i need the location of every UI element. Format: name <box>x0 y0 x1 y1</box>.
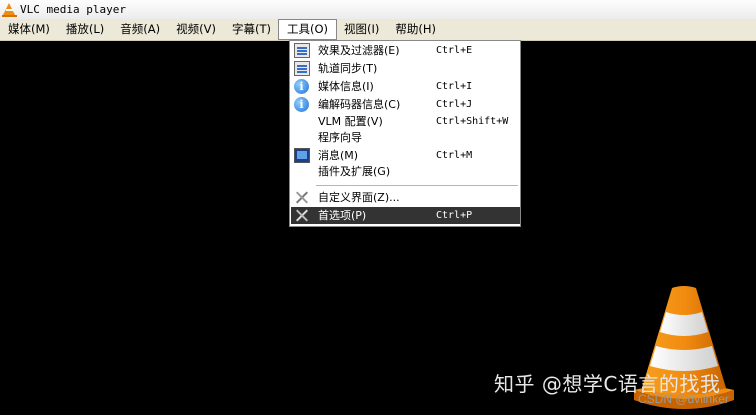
menu-item-label: 消息(M) <box>318 149 359 162</box>
menu-separator <box>316 185 518 186</box>
menu-item-shortcut: Ctrl+E <box>436 45 473 56</box>
menu-item-vlm-config[interactable]: VLM 配置(V) Ctrl+Shift+W <box>291 113 520 130</box>
menu-item-label: 媒体信息(I) <box>318 80 374 93</box>
menu-item-codec-info[interactable]: i 编解码器信息(C) Ctrl+J <box>291 96 520 113</box>
menu-playback[interactable]: 播放(L) <box>58 20 112 39</box>
menu-item-media-info[interactable]: i 媒体信息(I) Ctrl+I <box>291 78 520 95</box>
menu-view[interactable]: 视图(I) <box>336 20 387 39</box>
info-icon: i <box>294 97 309 112</box>
menu-video[interactable]: 视频(V) <box>168 20 224 39</box>
menu-item-label: 轨道同步(T) <box>318 62 378 75</box>
menu-item-shortcut: Ctrl+M <box>436 150 473 161</box>
equalizer-icon <box>294 43 310 58</box>
menu-item-wizard[interactable]: 程序向导 <box>291 129 520 146</box>
title-bar: VLC media player <box>0 0 756 19</box>
terminal-icon <box>294 148 310 163</box>
vlc-cone-icon <box>2 2 17 17</box>
tools-icon <box>294 190 310 205</box>
menu-bar: 媒体(M) 播放(L) 音频(A) 视频(V) 字幕(T) 工具(O) 视图(I… <box>0 19 756 41</box>
menu-item-messages[interactable]: 消息(M) Ctrl+M <box>291 147 520 164</box>
menu-item-shortcut: Ctrl+I <box>436 81 473 92</box>
menu-item-label: 插件及扩展(G) <box>318 165 391 178</box>
tools-dropdown-menu: 效果及过滤器(E) Ctrl+E 轨道同步(T) i 媒体信息(I) Ctrl+… <box>289 40 521 227</box>
menu-media[interactable]: 媒体(M) <box>0 20 58 39</box>
menu-item-customize-interface[interactable]: 自定义界面(Z)... <box>291 189 520 206</box>
window-title: VLC media player <box>20 3 126 16</box>
equalizer-icon <box>294 61 310 76</box>
menu-item-shortcut: Ctrl+Shift+W <box>436 116 509 127</box>
menu-item-plugins-extensions[interactable]: 插件及扩展(G) <box>291 163 520 180</box>
menu-item-label: 首选项(P) <box>318 209 367 222</box>
menu-audio[interactable]: 音频(A) <box>112 20 168 39</box>
menu-item-shortcut: Ctrl+P <box>436 210 473 221</box>
menu-help[interactable]: 帮助(H) <box>387 20 444 39</box>
menu-item-label: 效果及过滤器(E) <box>318 44 400 57</box>
menu-item-shortcut: Ctrl+J <box>436 99 473 110</box>
csdn-watermark: CSDN @dvlinker <box>638 392 729 406</box>
menu-item-label: 编解码器信息(C) <box>318 98 401 111</box>
menu-item-label: 程序向导 <box>318 131 362 144</box>
menu-item-effects-filters[interactable]: 效果及过滤器(E) Ctrl+E <box>291 42 520 59</box>
menu-item-preferences[interactable]: 首选项(P) Ctrl+P <box>291 207 520 224</box>
menu-tools[interactable]: 工具(O) <box>277 19 338 40</box>
menu-item-label: VLM 配置(V) <box>318 115 383 128</box>
menu-item-label: 自定义界面(Z)... <box>318 191 400 204</box>
menu-item-track-sync[interactable]: 轨道同步(T) <box>291 60 520 77</box>
tools-icon <box>294 208 310 223</box>
info-icon: i <box>294 79 309 94</box>
menu-subtitle[interactable]: 字幕(T) <box>224 20 279 39</box>
